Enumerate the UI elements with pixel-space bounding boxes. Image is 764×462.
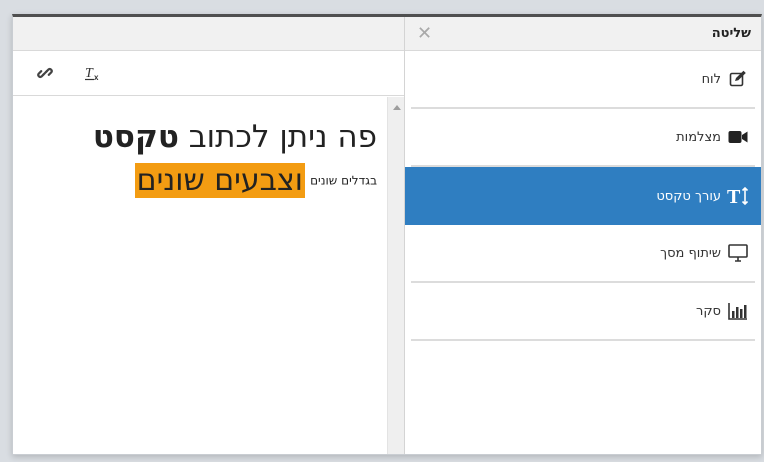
panel-menu: לוח מצלמות עורך טקסט T שיתוף מסך סקר: [405, 51, 761, 341]
menu-item-text-editor[interactable]: עורך טקסט T: [405, 167, 761, 225]
small-text: בגדלים שונים: [310, 173, 377, 188]
menu-item-label: מצלמות: [676, 129, 721, 145]
app-window: T x פה ניתן לכתוב טקסט בגדלים שונים וצבע…: [12, 14, 762, 455]
menu-item-label: סקר: [696, 303, 721, 319]
text-height-icon: T: [727, 185, 749, 207]
bold-text: טקסט: [92, 119, 179, 155]
menu-item-cameras[interactable]: מצלמות: [411, 109, 755, 167]
menu-item-survey[interactable]: סקר: [411, 283, 755, 341]
editor-toolbar: T x: [13, 51, 405, 96]
highlighted-text: וצבעים שונים: [134, 162, 305, 198]
editor-scrollbar[interactable]: [387, 97, 405, 454]
editor-line-2: בגדלים שונים וצבעים שונים: [23, 161, 377, 200]
close-icon[interactable]: ✕: [417, 24, 432, 43]
panel-header: שליטה ✕: [405, 17, 761, 51]
menu-item-screen-share[interactable]: שיתוף מסך: [411, 225, 755, 283]
menu-item-board[interactable]: לוח: [411, 51, 755, 109]
menu-item-label: שיתוף מסך: [660, 245, 721, 261]
edit-icon: [727, 68, 749, 90]
monitor-icon: [727, 242, 749, 264]
editor-content[interactable]: פה ניתן לכתוב טקסט בגדלים שונים וצבעים ש…: [13, 97, 387, 454]
text-editor: T x פה ניתן לכתוב טקסט בגדלים שונים וצבע…: [13, 17, 405, 454]
menu-item-label: עורך טקסט: [656, 188, 721, 204]
link-icon[interactable]: [35, 63, 55, 83]
svg-text:x: x: [94, 73, 99, 81]
scroll-up-arrow-icon[interactable]: [393, 105, 401, 110]
svg-text:T: T: [727, 186, 741, 206]
panel-title: שליטה: [711, 26, 751, 41]
normal-text: פה ניתן לכתוב: [178, 119, 377, 155]
bar-chart-icon: [727, 300, 749, 322]
editor-topbar: [13, 17, 405, 51]
menu-item-label: לוח: [701, 71, 721, 87]
svg-text:T: T: [85, 66, 94, 81]
editor-line-1: פה ניתן לכתוב טקסט: [23, 115, 377, 159]
video-camera-icon: [727, 126, 749, 148]
clear-formatting-icon[interactable]: T x: [83, 63, 103, 83]
control-panel: שליטה ✕ לוח מצלמות עורך טקסט T שיתוף מסך…: [404, 17, 761, 454]
